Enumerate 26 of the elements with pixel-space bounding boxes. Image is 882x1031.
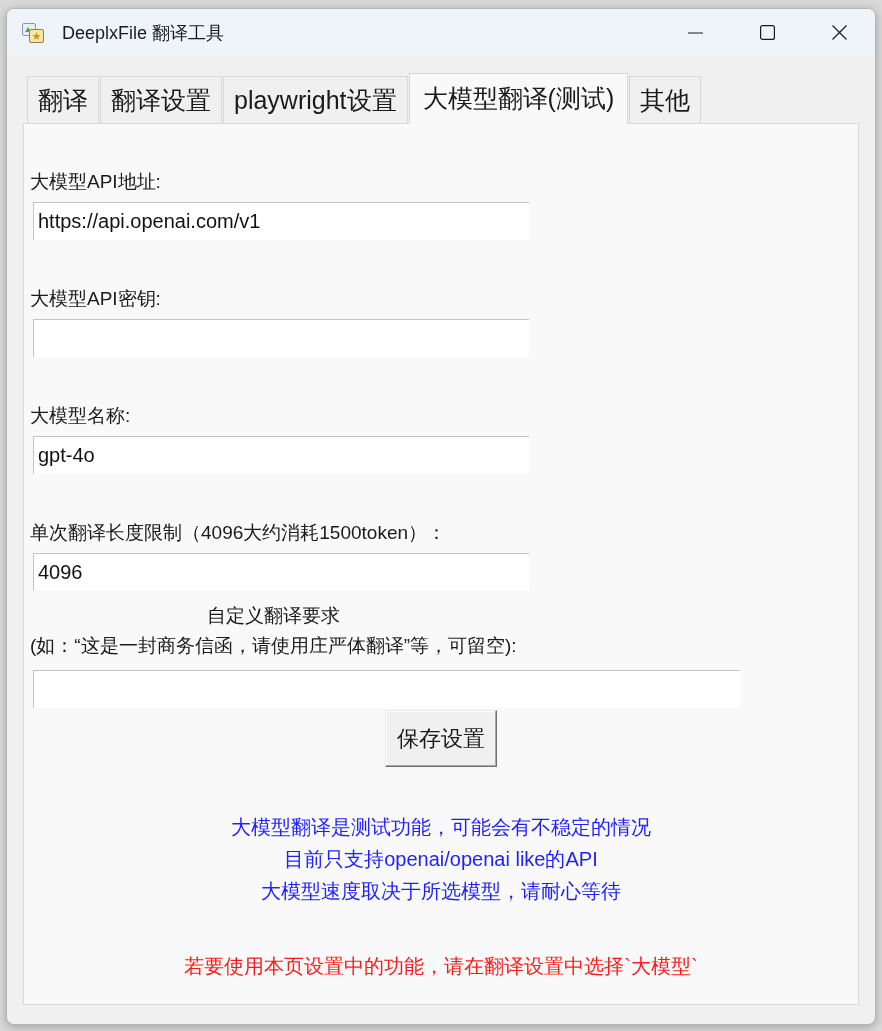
info-note: 大模型翻译是测试功能，可能会有不稳定的情况: [231, 815, 651, 840]
info-note: 大模型速度取决于所选模型，请耐心等待: [261, 879, 621, 904]
info-note: 目前只支持openai/openai like的API: [284, 847, 598, 872]
input-field[interactable]: [33, 319, 529, 357]
tab[interactable]: 其他: [629, 76, 702, 124]
input-field[interactable]: 4096: [33, 553, 529, 591]
field-label: 大模型API密钥:: [30, 287, 161, 311]
input-field[interactable]: [33, 670, 740, 708]
custom-prompt-title: 自定义翻译要求: [206, 604, 340, 628]
tab[interactable]: 翻译: [27, 76, 99, 124]
field-label: 大模型名称:: [30, 404, 131, 428]
overlapping-windows-icon: [22, 22, 44, 43]
tab[interactable]: playwright设置: [223, 76, 408, 124]
input-field[interactable]: https://api.openai.com/v1: [33, 202, 529, 240]
field-label: 大模型API地址:: [30, 170, 161, 194]
window-title: DeeplxFile 翻译工具: [62, 21, 226, 45]
tab[interactable]: 翻译设置: [100, 76, 222, 124]
warning-note: 若要使用本页设置中的功能，请在翻译设置中选择`大模型`: [184, 954, 698, 979]
custom-prompt-hint: (如：“这是一封商务信函，请使用庄严体翻译”等，可留空):: [30, 634, 517, 658]
minimize-icon: [687, 31, 703, 34]
input-field[interactable]: gpt-4o: [33, 436, 529, 474]
field-label: 单次翻译长度限制（4096大约消耗1500token）：: [30, 521, 446, 545]
save-button[interactable]: 保存设置: [385, 710, 497, 767]
maximize-icon: [759, 25, 775, 40]
tab[interactable]: 大模型翻译(测试): [408, 73, 629, 124]
close-icon: [831, 25, 847, 40]
